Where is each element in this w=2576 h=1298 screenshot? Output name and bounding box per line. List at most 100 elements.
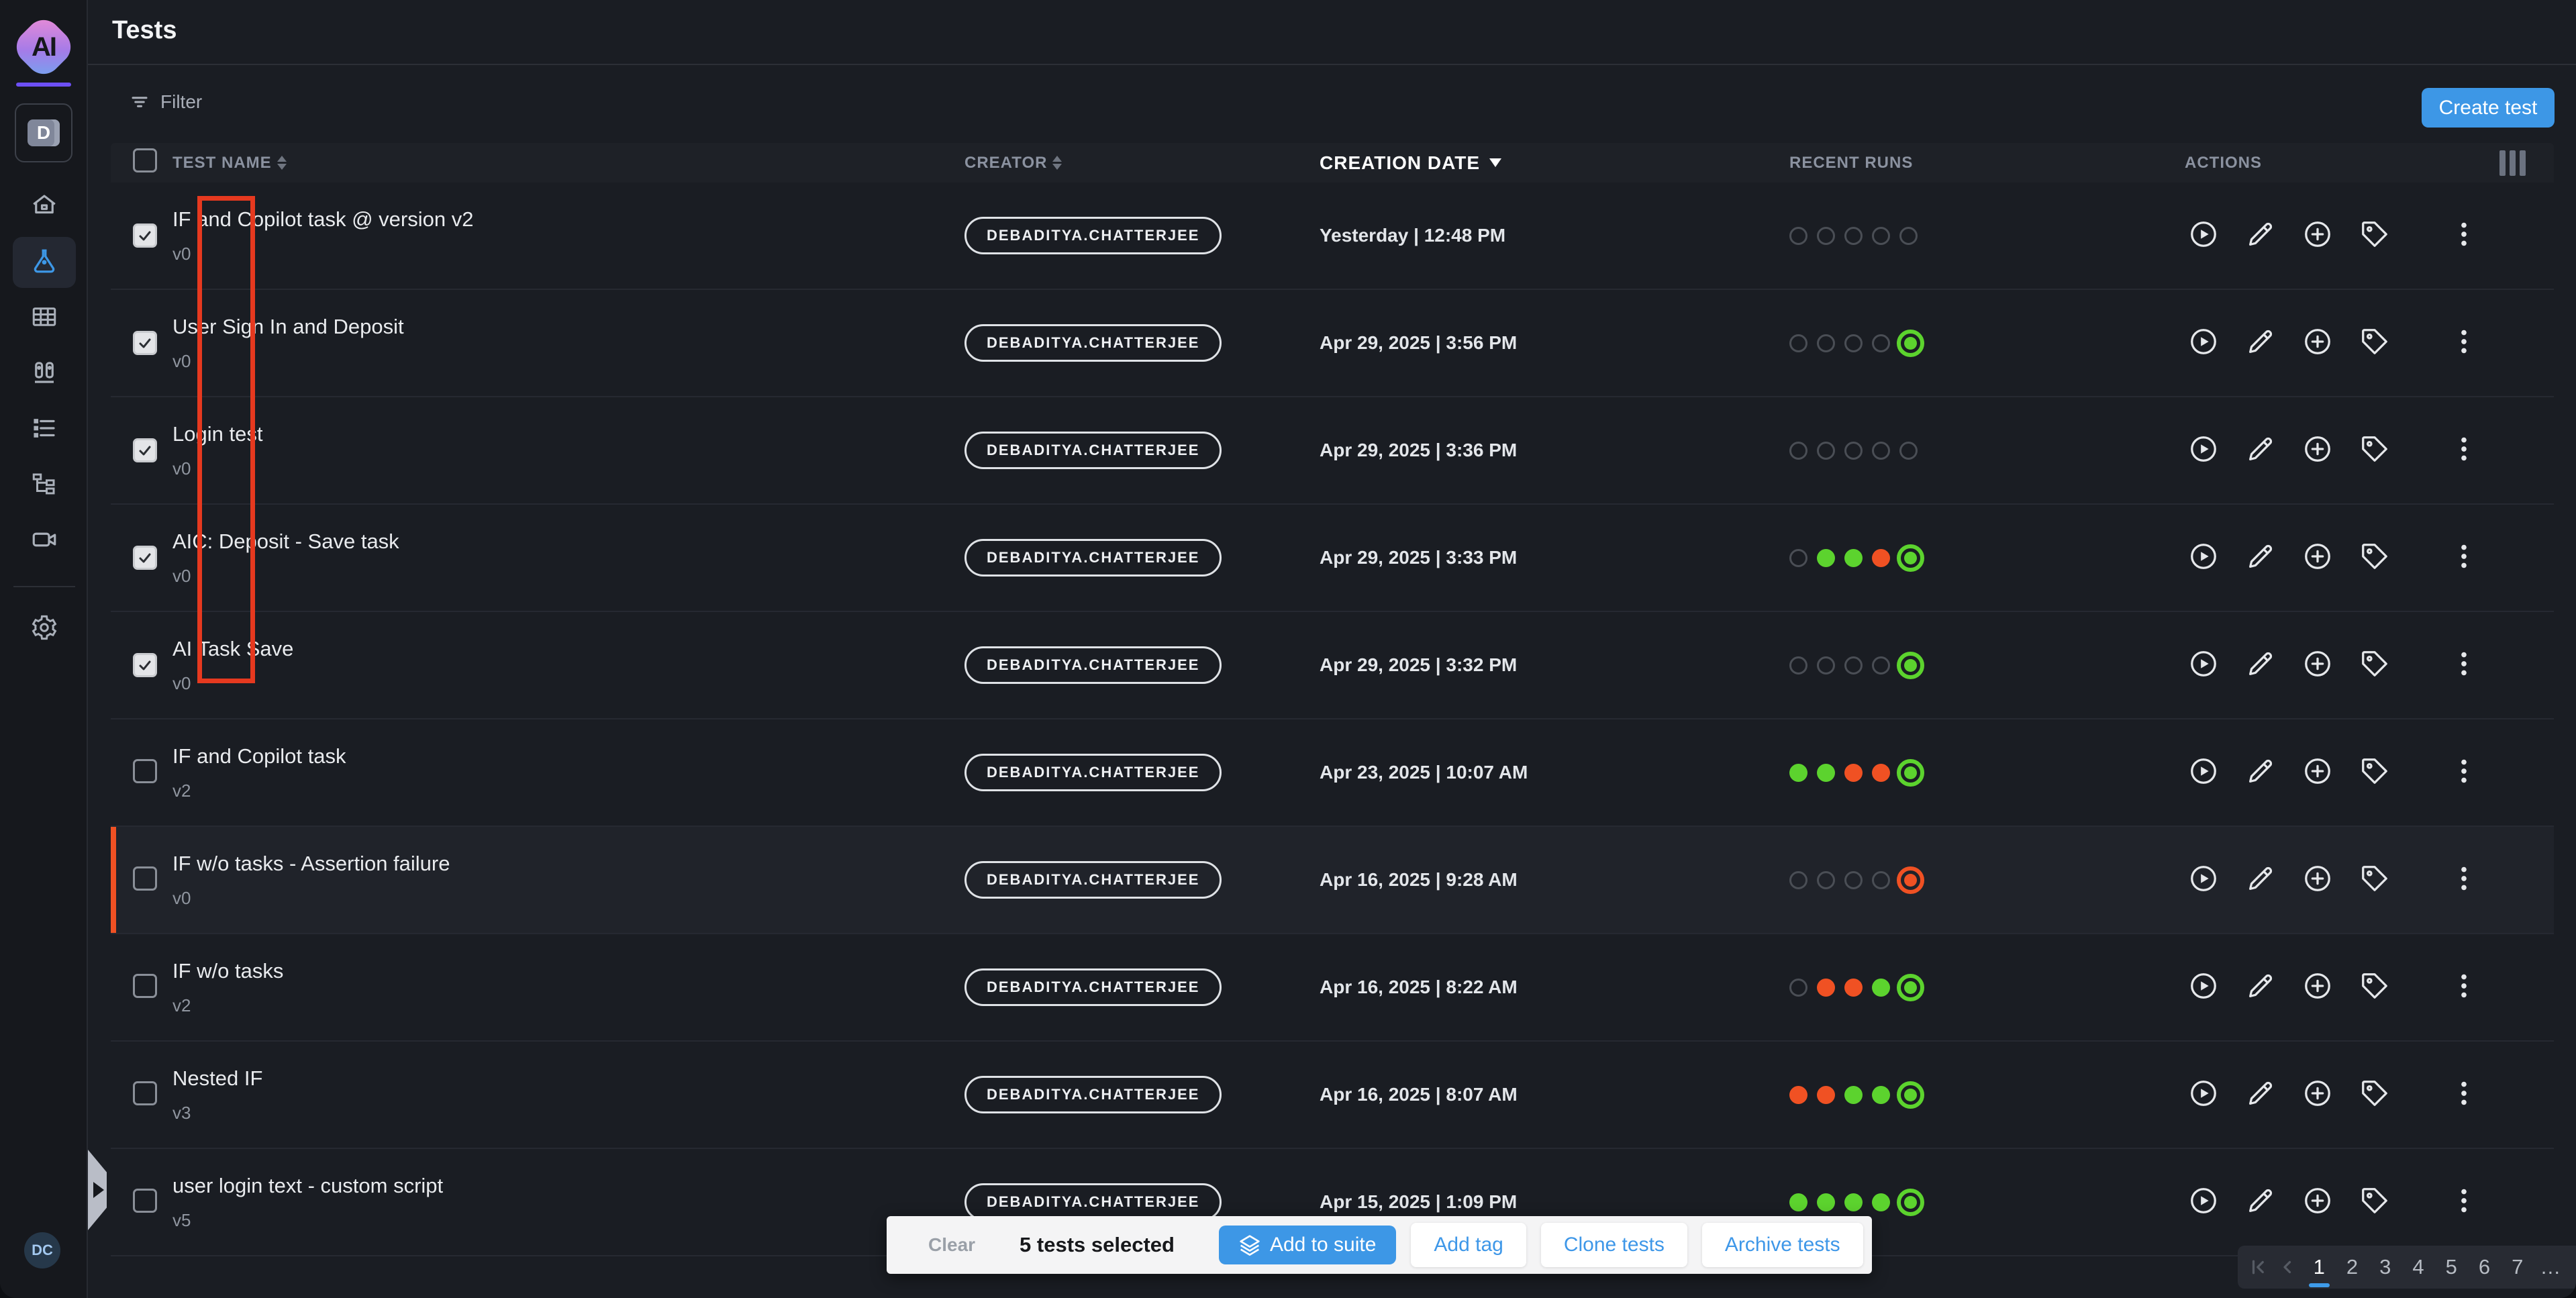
run-status-dot-empty[interactable]	[1844, 871, 1863, 889]
tag-button[interactable]	[2359, 220, 2390, 251]
run-status-dot-empty[interactable]	[1789, 227, 1807, 245]
edit-pencil-button[interactable]	[2245, 650, 2276, 681]
create-test-button[interactable]: Create test	[2422, 88, 2555, 128]
tag-button[interactable]	[2359, 1079, 2390, 1110]
run-status-dot-empty[interactable]	[1844, 656, 1863, 675]
clone-tests-button[interactable]: Clone tests	[1541, 1223, 1687, 1267]
run-status-dot-fail[interactable]	[1872, 549, 1890, 567]
edit-pencil-button[interactable]	[2245, 757, 2276, 788]
run-status-dot-empty[interactable]	[1817, 334, 1835, 352]
run-play-button[interactable]	[2188, 650, 2219, 681]
pagination-page-7[interactable]: 7	[2506, 1255, 2529, 1279]
run-status-dot-empty[interactable]	[1789, 656, 1807, 675]
run-play-button[interactable]	[2188, 435, 2219, 466]
kebab-menu-button[interactable]	[2448, 972, 2479, 1003]
test-name-link[interactable]: Nested IF	[172, 1066, 964, 1091]
run-status-dot-empty[interactable]	[1817, 656, 1835, 675]
run-status-dot-empty[interactable]	[1844, 442, 1863, 460]
pagination-page-2[interactable]: 2	[2340, 1255, 2364, 1279]
run-status-dot-fail[interactable]	[1789, 1086, 1807, 1104]
run-status-dot-fail[interactable]	[1817, 979, 1835, 997]
run-status-dot-pass[interactable]	[1872, 979, 1890, 997]
kebab-menu-button[interactable]	[2448, 435, 2479, 466]
test-name-link[interactable]: AI Task Save	[172, 637, 964, 661]
test-name-link[interactable]: Login test	[172, 422, 964, 446]
run-status-dot-pass[interactable]	[1872, 1193, 1890, 1211]
sidebar-item-video-recordings[interactable]	[13, 515, 76, 566]
row-checkbox[interactable]	[133, 546, 157, 570]
edit-pencil-button[interactable]	[2245, 972, 2276, 1003]
edit-pencil-button[interactable]	[2245, 1079, 2276, 1110]
run-play-button[interactable]	[2188, 542, 2219, 573]
edit-pencil-button[interactable]	[2245, 435, 2276, 466]
run-status-dot-empty[interactable]	[1872, 442, 1890, 460]
run-status-dot-empty[interactable]	[1817, 227, 1835, 245]
run-play-button[interactable]	[2188, 864, 2219, 895]
test-name-link[interactable]: IF w/o tasks	[172, 959, 964, 983]
tag-button[interactable]	[2359, 757, 2390, 788]
tag-button[interactable]	[2359, 650, 2390, 681]
test-name-link[interactable]: User Sign In and Deposit	[172, 315, 964, 339]
tag-button[interactable]	[2359, 328, 2390, 358]
column-test-name[interactable]: TEST NAME	[172, 154, 287, 172]
pagination-next-button[interactable]	[2571, 1257, 2576, 1277]
row-checkbox[interactable]	[133, 1081, 157, 1105]
edit-pencil-button[interactable]	[2245, 220, 2276, 251]
column-creation-date[interactable]: CREATION DATE	[1320, 152, 1501, 174]
select-all-checkbox[interactable]	[133, 148, 157, 172]
test-name-link[interactable]: IF w/o tasks - Assertion failure	[172, 852, 964, 876]
add-plus-button[interactable]	[2302, 1079, 2333, 1110]
sidebar-item-flask-tests[interactable]	[13, 237, 76, 288]
run-status-dot-pass-ring[interactable]	[1897, 652, 1924, 679]
run-status-dot-fail-ring[interactable]	[1897, 866, 1924, 894]
test-name-link[interactable]: user login text - custom script	[172, 1174, 964, 1198]
run-play-button[interactable]	[2188, 220, 2219, 251]
run-status-dot-empty[interactable]	[1789, 334, 1807, 352]
edit-pencil-button[interactable]	[2245, 864, 2276, 895]
workspace-switcher[interactable]: D	[15, 103, 72, 162]
add-plus-button[interactable]	[2302, 542, 2333, 573]
row-checkbox[interactable]	[133, 759, 157, 783]
run-play-button[interactable]	[2188, 328, 2219, 358]
kebab-menu-button[interactable]	[2448, 757, 2479, 788]
edit-pencil-button[interactable]	[2245, 542, 2276, 573]
test-name-link[interactable]: IF and Copilot task @ version v2	[172, 207, 964, 232]
run-status-dot-empty[interactable]	[1817, 442, 1835, 460]
tag-button[interactable]	[2359, 864, 2390, 895]
add-plus-button[interactable]	[2302, 864, 2333, 895]
add-plus-button[interactable]	[2302, 972, 2333, 1003]
run-status-dot-pass[interactable]	[1789, 764, 1807, 782]
clear-selection-button[interactable]: Clear	[928, 1234, 975, 1256]
column-creator[interactable]: CREATOR	[964, 154, 1062, 172]
kebab-menu-button[interactable]	[2448, 1187, 2479, 1217]
add-plus-button[interactable]	[2302, 328, 2333, 358]
run-play-button[interactable]	[2188, 972, 2219, 1003]
tag-button[interactable]	[2359, 542, 2390, 573]
run-status-dot-pass-ring[interactable]	[1897, 974, 1924, 1001]
run-status-dot-pass-ring[interactable]	[1897, 759, 1924, 787]
pagination-page-5[interactable]: 5	[2440, 1255, 2463, 1279]
run-status-dot-pass[interactable]	[1817, 549, 1835, 567]
kebab-menu-button[interactable]	[2448, 650, 2479, 681]
run-status-dot-empty[interactable]	[1789, 871, 1807, 889]
run-status-dot-pass-ring[interactable]	[1897, 1081, 1924, 1109]
filter-button[interactable]: Filter	[130, 91, 202, 113]
run-status-dot-empty[interactable]	[1789, 979, 1807, 997]
run-status-dot-pass-ring[interactable]	[1897, 330, 1924, 357]
tag-button[interactable]	[2359, 1187, 2390, 1217]
row-checkbox[interactable]	[133, 1189, 157, 1213]
run-status-dot-empty[interactable]	[1872, 227, 1890, 245]
run-status-dot-fail[interactable]	[1844, 764, 1863, 782]
tag-button[interactable]	[2359, 435, 2390, 466]
user-avatar[interactable]: DC	[24, 1232, 60, 1268]
kebab-menu-button[interactable]	[2448, 864, 2479, 895]
run-status-dot-fail[interactable]	[1844, 979, 1863, 997]
run-status-dot-pass[interactable]	[1789, 1193, 1807, 1211]
run-status-dot-fail[interactable]	[1817, 1086, 1835, 1104]
run-status-dot-pass[interactable]	[1817, 764, 1835, 782]
run-status-dot-pass[interactable]	[1844, 549, 1863, 567]
run-play-button[interactable]	[2188, 1079, 2219, 1110]
run-status-dot-empty[interactable]	[1899, 442, 1918, 460]
add-tag-button[interactable]: Add tag	[1411, 1223, 1526, 1267]
sidebar-item-suites[interactable]	[13, 348, 76, 399]
